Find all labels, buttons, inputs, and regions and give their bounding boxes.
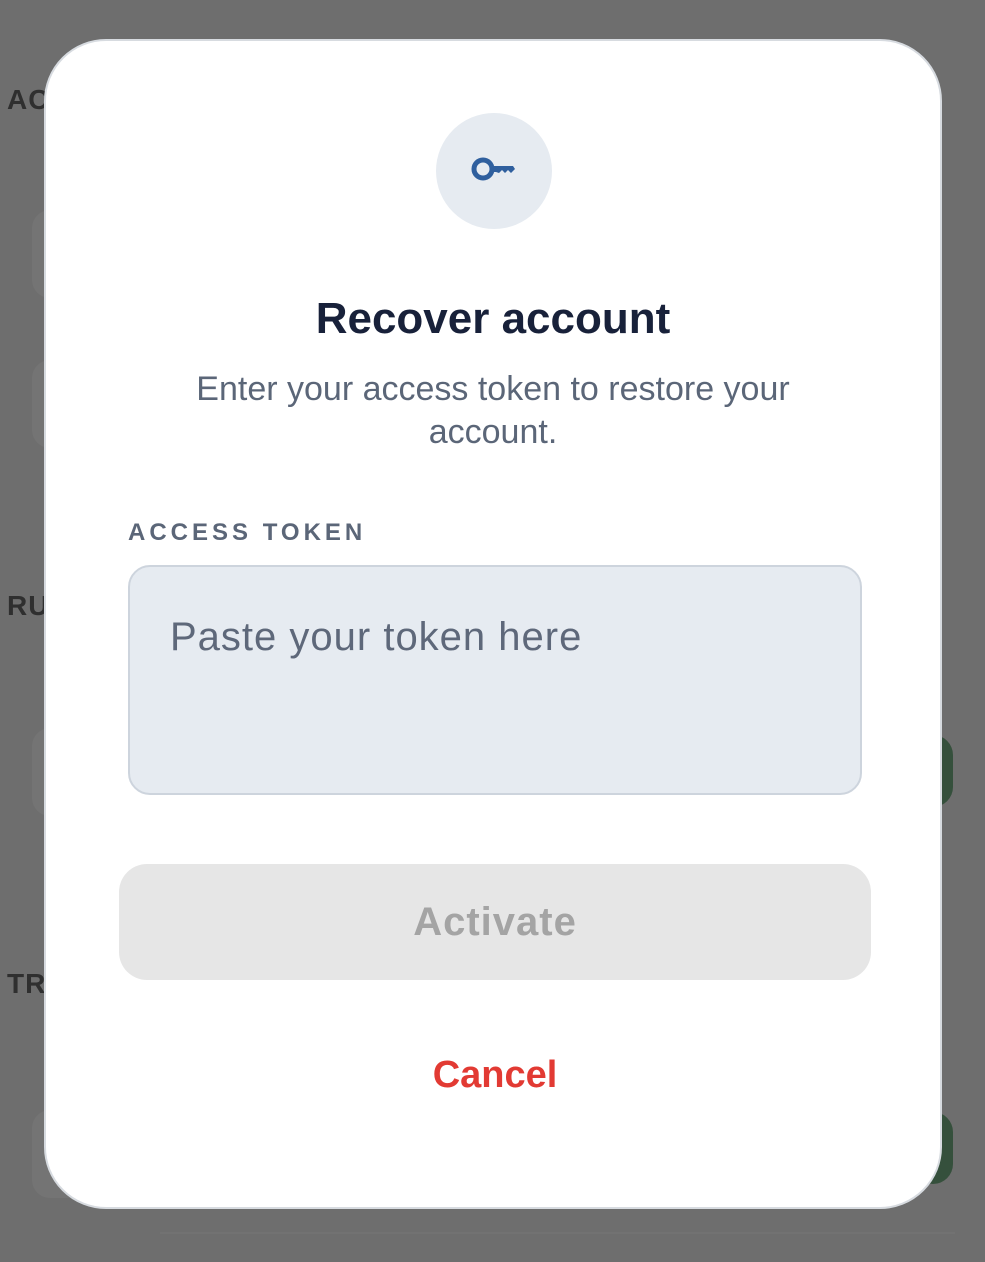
background-section-label: TR: [7, 968, 47, 999]
access-token-label: ACCESS TOKEN: [128, 519, 367, 546]
background-divider: [160, 1232, 955, 1234]
dialog-title: Recover account: [315, 294, 671, 343]
access-token-input[interactable]: [128, 565, 862, 795]
recover-account-dialog: Recover account Enter your access token …: [44, 39, 942, 1209]
dialog-subtitle: Enter your access token to restore your …: [196, 370, 790, 451]
key-badge: [436, 113, 552, 229]
key-icon: [471, 154, 517, 189]
activate-button[interactable]: Activate: [119, 864, 871, 980]
cancel-button[interactable]: Cancel: [395, 1047, 595, 1103]
